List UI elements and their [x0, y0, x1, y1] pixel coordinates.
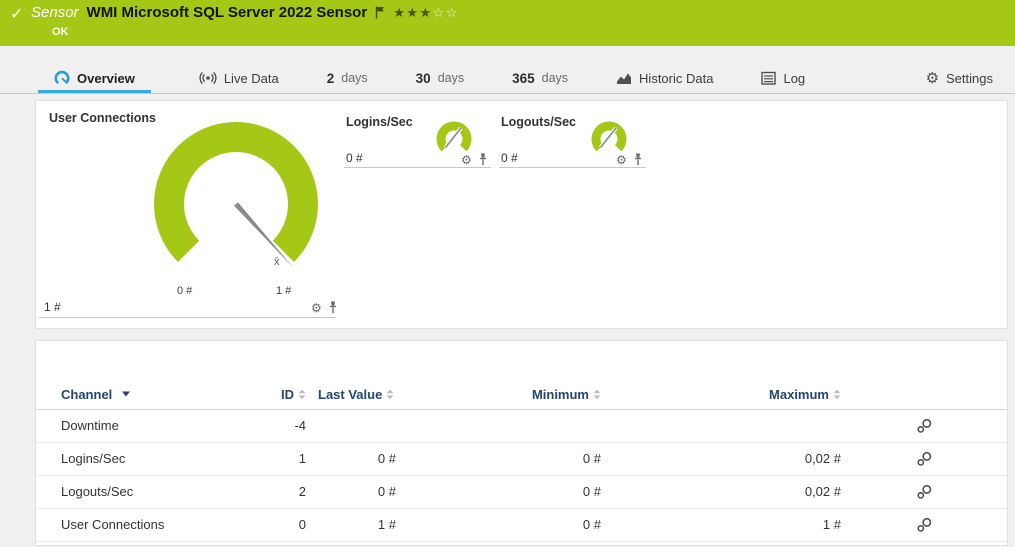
channel-id: 2: [251, 484, 306, 499]
channel-id: -4: [251, 418, 306, 433]
channel-last-value: 0 #: [306, 484, 396, 499]
object-type-label: Sensor: [31, 4, 79, 21]
channel-minimum: 0 #: [396, 517, 601, 532]
tab-label: Log: [783, 71, 805, 86]
log-icon: [761, 71, 776, 85]
channel-maximum: 0,02 #: [601, 484, 841, 499]
channel-name[interactable]: Logouts/Sec: [36, 484, 251, 499]
divider: [344, 167, 491, 168]
tab-label: Overview: [77, 71, 135, 86]
channel-settings-icon[interactable]: [916, 451, 933, 467]
historic-data-icon: [616, 71, 632, 85]
tab-log[interactable]: Log: [761, 64, 805, 93]
gear-icon: ⚙: [926, 71, 939, 86]
pin-icon[interactable]: [328, 301, 338, 314]
column-label: Maximum: [769, 387, 829, 402]
table-row[interactable]: Logouts/Sec 2 0 # 0 # 0,02 #: [36, 475, 1007, 509]
channel-name[interactable]: Logins/Sec: [36, 451, 251, 466]
sort-icon[interactable]: [298, 389, 306, 400]
tab-30-days[interactable]: 30 days: [416, 64, 464, 93]
gauges-panel: User Connections 0 # 1 # x̄ 1 # ⚙ Logins…: [35, 100, 1008, 329]
gear-icon[interactable]: ⚙: [616, 154, 627, 166]
column-header-maximum[interactable]: Maximum: [601, 387, 841, 402]
gauge-title-logouts: Logouts/Sec: [501, 115, 576, 129]
mean-marker: x̄: [274, 256, 280, 268]
tab-unit: days: [438, 71, 464, 85]
channel-name[interactable]: Downtime: [36, 418, 251, 433]
channel-minimum: 0 #: [396, 484, 601, 499]
tab-label: Settings: [946, 71, 993, 86]
status-badge: OK: [52, 26, 69, 38]
channel-settings-icon[interactable]: [916, 484, 933, 500]
channel-minimum: 0 #: [396, 451, 601, 466]
sort-icon[interactable]: [833, 389, 841, 400]
gauge-value-user-connections: 1 #: [44, 300, 61, 314]
sort-icon[interactable]: [593, 389, 601, 400]
tab-label: Historic Data: [639, 71, 713, 86]
sort-icon[interactable]: [386, 389, 394, 400]
channel-last-value: 0 #: [306, 451, 396, 466]
channel-id: 1: [251, 451, 306, 466]
tab-settings[interactable]: ⚙ Settings: [926, 64, 993, 93]
divider: [39, 317, 336, 318]
page-title: WMI Microsoft SQL Server 2022 Sensor: [87, 4, 368, 21]
gauge-title-logins: Logins/Sec: [346, 115, 413, 129]
pin-icon[interactable]: [478, 153, 488, 166]
tab-historic-data[interactable]: Historic Data: [616, 64, 713, 93]
gauge-actions: ⚙: [616, 153, 643, 166]
pin-icon[interactable]: [633, 153, 643, 166]
gear-icon[interactable]: ⚙: [461, 154, 472, 166]
stars-filled[interactable]: ★★★: [393, 5, 432, 20]
channel-maximum: 1 #: [601, 517, 841, 532]
tab-unit: days: [341, 71, 367, 85]
gauge-actions: ⚙: [461, 153, 488, 166]
tab-live-data[interactable]: Live Data: [199, 64, 279, 93]
tab-num: 2: [327, 71, 335, 86]
title-row: Sensor WMI Microsoft SQL Server 2022 Sen…: [31, 4, 459, 21]
column-label: ID: [281, 387, 294, 402]
status-check-icon: ✓: [10, 4, 23, 24]
channel-last-value: 1 #: [306, 517, 396, 532]
channel-settings-icon[interactable]: [916, 517, 933, 533]
column-header-channel[interactable]: Channel: [36, 387, 251, 402]
table-row[interactable]: User Connections 0 1 # 0 # 1 #: [36, 508, 1007, 542]
table-header-row: Channel ID Last Value Minimum Maximum: [36, 379, 1007, 410]
column-header-minimum[interactable]: Minimum: [396, 387, 601, 402]
gauge-value-logouts: 0 #: [501, 151, 518, 165]
tab-num: 30: [416, 71, 431, 86]
priority-stars[interactable]: ★★★☆☆: [393, 5, 459, 21]
tab-bar: Overview Live Data 2 days 30 days 365 da…: [0, 64, 1015, 94]
tab-2-days[interactable]: 2 days: [327, 64, 368, 93]
channels-table-panel: Channel ID Last Value Minimum Maximum Do…: [35, 340, 1008, 546]
user-connections-gauge: [126, 109, 346, 299]
stars-empty[interactable]: ☆☆: [433, 5, 459, 20]
gauge-value-logins: 0 #: [346, 151, 363, 165]
channel-name[interactable]: User Connections: [36, 517, 251, 532]
channel-settings-icon[interactable]: [916, 418, 933, 434]
tab-365-days[interactable]: 365 days: [512, 64, 568, 93]
table-row[interactable]: Downtime -4: [36, 409, 1007, 443]
sensor-header: ✓ Sensor WMI Microsoft SQL Server 2022 S…: [0, 0, 1015, 46]
column-label: Channel: [61, 387, 112, 402]
column-label: Last Value: [318, 387, 382, 402]
gear-icon[interactable]: ⚙: [311, 302, 322, 314]
tab-num: 365: [512, 71, 535, 86]
column-header-id[interactable]: ID: [251, 387, 306, 402]
gauge-scale-min: 0 #: [177, 285, 192, 297]
divider: [499, 167, 646, 168]
gauge-actions: ⚙: [311, 301, 338, 314]
channel-maximum: 0,02 #: [601, 451, 841, 466]
tab-label: Live Data: [224, 71, 279, 86]
column-header-last-value[interactable]: Last Value: [306, 387, 396, 402]
column-label: Minimum: [532, 387, 589, 402]
tab-overview[interactable]: Overview: [38, 64, 151, 93]
gauge-scale-max: 1 #: [276, 285, 291, 297]
priority-flag-icon[interactable]: [375, 6, 385, 19]
table-row[interactable]: Logins/Sec 1 0 # 0 # 0,02 #: [36, 442, 1007, 476]
overview-icon: [54, 70, 70, 86]
live-data-icon: [199, 71, 217, 85]
channel-id: 0: [251, 517, 306, 532]
channel-sort-caret-icon[interactable]: [122, 391, 130, 397]
tab-unit: days: [542, 71, 568, 85]
